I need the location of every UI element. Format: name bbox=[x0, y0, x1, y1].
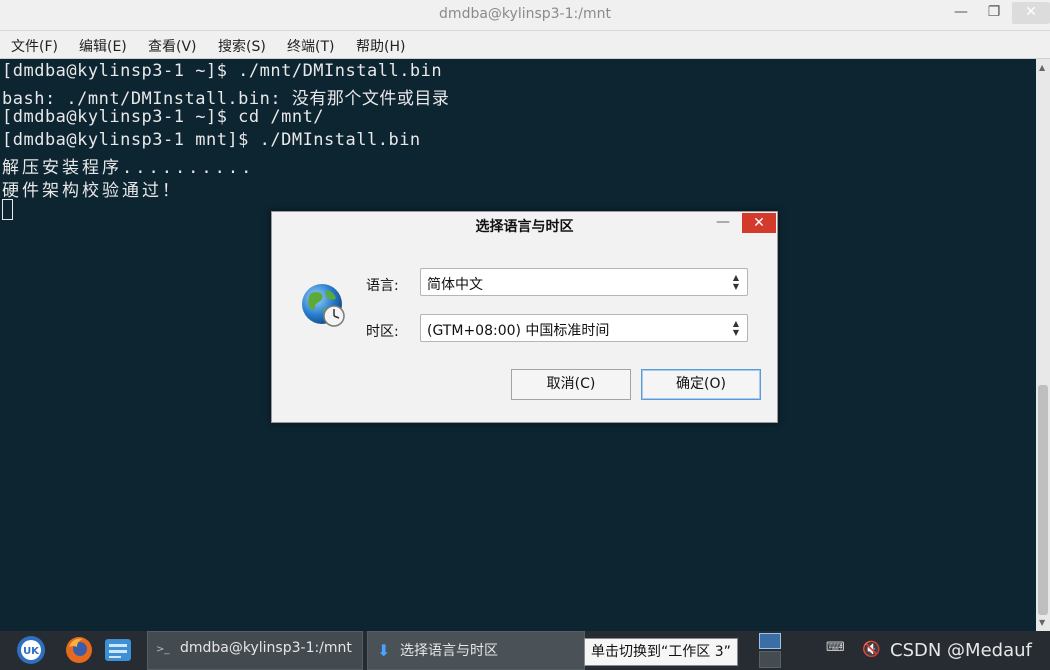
terminal-line: 解压安装程序.......... bbox=[2, 158, 255, 178]
keyboard-icon[interactable]: ⌨ bbox=[826, 640, 845, 655]
workspace-1[interactable] bbox=[759, 633, 781, 649]
dialog-close-button[interactable]: ✕ bbox=[742, 213, 776, 233]
terminal-cursor bbox=[2, 199, 13, 220]
terminal-icon: >_ bbox=[156, 644, 170, 655]
timezone-value: (GTM+08:00) 中国标准时间 bbox=[427, 323, 610, 339]
select-arrows-icon: ▲ ▼ bbox=[732, 273, 739, 291]
select-arrows-icon: ▲ ▼ bbox=[732, 319, 739, 337]
menu-help[interactable]: 帮助(H) bbox=[356, 36, 405, 56]
window-titlebar: dmdba@kylinsp3-1:/mnt — ❐ ✕ bbox=[0, 0, 1050, 31]
taskbar-item-terminal[interactable]: >_ dmdba@kylinsp3-1:/mnt bbox=[147, 631, 363, 670]
menu-edit[interactable]: 编辑(E) bbox=[79, 36, 127, 56]
terminal-line: bash: ./mnt/DMInstall.bin: 没有那个文件或目录 bbox=[2, 89, 450, 109]
menu-terminal[interactable]: 终端(T) bbox=[287, 36, 334, 56]
language-label: 语言: bbox=[366, 278, 399, 294]
menu-file[interactable]: 文件(F) bbox=[11, 36, 58, 56]
terminal-line: 硬件架构校验通过！ bbox=[2, 181, 182, 201]
taskbar-item-label: dmdba@kylinsp3-1:/mnt bbox=[180, 640, 352, 656]
download-arrow-icon: ⬇ bbox=[377, 641, 391, 660]
close-button[interactable]: ✕ bbox=[1012, 2, 1050, 24]
menu-search[interactable]: 搜索(S) bbox=[218, 36, 266, 56]
file-manager-icon[interactable] bbox=[103, 635, 133, 665]
timezone-select[interactable]: (GTM+08:00) 中国标准时间 ▲ ▼ bbox=[420, 314, 748, 342]
minimize-button[interactable]: — bbox=[945, 2, 977, 24]
dialog-minimize-button[interactable]: — bbox=[712, 214, 734, 234]
language-value: 简体中文 bbox=[427, 277, 483, 293]
taskbar-item-dialog[interactable]: ⬇ 选择语言与时区 bbox=[367, 631, 585, 670]
workspace-tooltip: 单击切换到“工作区 3” bbox=[584, 638, 738, 666]
svg-text:UK: UK bbox=[23, 646, 40, 657]
scroll-up-icon[interactable]: ▲ bbox=[1039, 63, 1045, 72]
timezone-label: 时区: bbox=[366, 324, 399, 340]
globe-clock-icon bbox=[302, 284, 345, 327]
language-timezone-dialog: 选择语言与时区 — ✕ 语言: 简体中文 ▲ ▼ 时区: (GTM+08:00) … bbox=[271, 211, 778, 423]
volume-muted-icon[interactable]: 🔇 bbox=[862, 640, 881, 658]
menu-bar: 文件(F) 编辑(E) 查看(V) 搜索(S) 终端(T) 帮助(H) bbox=[0, 31, 1050, 59]
taskbar-item-label: 选择语言与时区 bbox=[400, 643, 498, 659]
firefox-icon[interactable] bbox=[64, 635, 94, 665]
workspace-switcher[interactable] bbox=[757, 631, 783, 670]
scrollbar-thumb[interactable] bbox=[1038, 385, 1048, 615]
scroll-down-icon[interactable]: ▼ bbox=[1039, 618, 1045, 627]
cancel-button[interactable]: 取消(C) bbox=[511, 369, 631, 400]
menu-view[interactable]: 查看(V) bbox=[148, 36, 197, 56]
ok-button[interactable]: 确定(O) bbox=[641, 369, 761, 400]
terminal-line: [dmdba@kylinsp3-1 mnt]$ ./DMInstall.bin bbox=[2, 130, 421, 150]
workspace-2[interactable] bbox=[759, 651, 781, 668]
terminal-line: [dmdba@kylinsp3-1 ~]$ ./mnt/DMInstall.bi… bbox=[2, 61, 443, 81]
maximize-button[interactable]: ❐ bbox=[978, 2, 1010, 24]
watermark: CSDN @Medauf bbox=[890, 640, 1032, 661]
dialog-title: 选择语言与时区 bbox=[475, 219, 574, 235]
terminal-line: [dmdba@kylinsp3-1 ~]$ cd /mnt/ bbox=[2, 107, 325, 127]
kylin-uk-icon[interactable]: UK bbox=[16, 635, 46, 665]
terminal-scrollbar[interactable]: ▲ ▼ bbox=[1036, 59, 1050, 631]
language-select[interactable]: 简体中文 ▲ ▼ bbox=[420, 268, 748, 296]
window-title: dmdba@kylinsp3-1:/mnt bbox=[439, 6, 611, 22]
